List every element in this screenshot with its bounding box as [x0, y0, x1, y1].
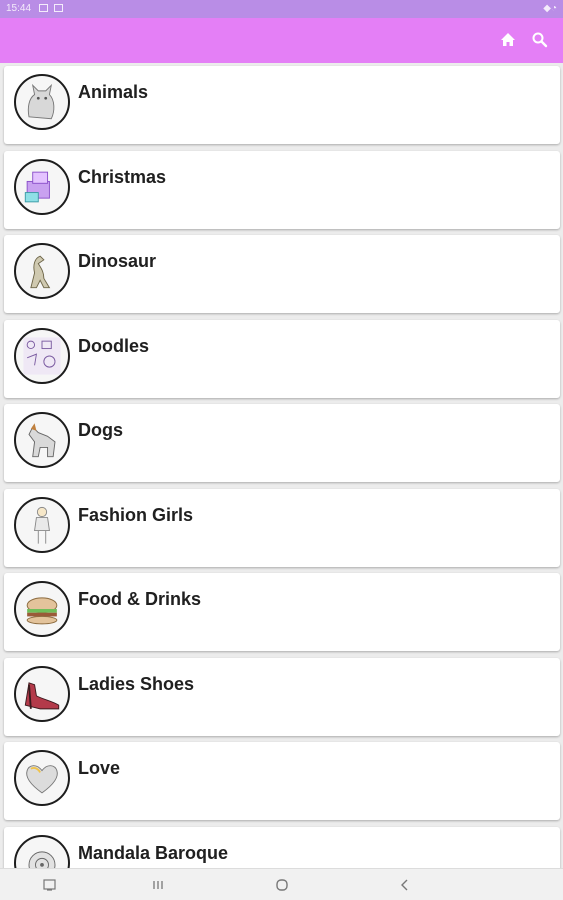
- category-thumbnail: [14, 666, 70, 722]
- status-time: 15:44: [6, 3, 32, 14]
- shoe-thumbnail-icon: [24, 682, 60, 710]
- dino-thumbnail-icon: [30, 255, 51, 289]
- mandala-thumbnail-icon: [28, 851, 56, 868]
- category-card[interactable]: Dinosaur: [4, 235, 560, 313]
- category-card[interactable]: Ladies Shoes: [4, 658, 560, 736]
- gallery-notification-icon: [54, 4, 63, 12]
- category-label: Dinosaur: [78, 251, 157, 271]
- category-label: Fashion Girls: [78, 505, 194, 525]
- category-card[interactable]: Mandala Baroque: [4, 827, 560, 868]
- category-label: Doodles: [78, 336, 150, 356]
- recent-apps-icon[interactable]: [150, 877, 166, 893]
- category-thumbnail: [14, 750, 70, 806]
- home-button[interactable]: [496, 28, 520, 52]
- app-bar: [0, 18, 563, 63]
- wifi-icon: ◆◔: [543, 3, 557, 14]
- home-circle-icon[interactable]: [274, 877, 290, 893]
- category-card[interactable]: Doodles: [4, 320, 560, 398]
- category-card[interactable]: Animals: [4, 66, 560, 144]
- category-card[interactable]: Dogs: [4, 404, 560, 482]
- category-label: Food & Drinks: [78, 589, 202, 609]
- category-thumbnail: [14, 581, 70, 637]
- category-thumbnail: [14, 412, 70, 468]
- category-card[interactable]: Love: [4, 742, 560, 820]
- home-icon: [501, 33, 515, 46]
- doodle-thumbnail-icon: [23, 337, 61, 375]
- girl-thumbnail-icon: [34, 506, 50, 544]
- status-bar: 15:44 ◆◔: [0, 0, 563, 18]
- category-card[interactable]: Food & Drinks: [4, 573, 560, 651]
- system-nav-bar: [0, 868, 563, 900]
- category-thumbnail: [14, 74, 70, 130]
- category-thumbnail: [14, 328, 70, 384]
- category-label: Mandala Baroque: [78, 843, 229, 863]
- category-thumbnail: [14, 835, 70, 868]
- category-thumbnail: [14, 159, 70, 215]
- category-label: Love: [78, 758, 121, 778]
- category-thumbnail: [14, 243, 70, 299]
- dog-thumbnail-icon: [28, 423, 56, 458]
- category-label: Ladies Shoes: [78, 674, 195, 694]
- category-label: Dogs: [78, 420, 123, 440]
- heart-thumbnail-icon: [26, 765, 58, 794]
- category-card[interactable]: Christmas: [4, 151, 560, 229]
- category-thumbnail: [14, 497, 70, 553]
- category-card[interactable]: Fashion Girls: [4, 489, 560, 567]
- image-notification-icon: [39, 4, 48, 12]
- search-button[interactable]: [528, 28, 552, 52]
- back-icon[interactable]: [397, 877, 413, 893]
- burger-thumbnail-icon: [26, 597, 58, 625]
- cat-thumbnail-icon: [27, 83, 55, 120]
- category-list[interactable]: Animals Christmas Dinosaur Doodles Dogs Fashi…: [0, 63, 563, 868]
- search-icon: [532, 32, 548, 48]
- category-label: Animals: [78, 82, 149, 102]
- screenshot-icon[interactable]: [42, 877, 58, 893]
- category-label: Christmas: [78, 167, 167, 187]
- gift-thumbnail-icon: [24, 171, 50, 203]
